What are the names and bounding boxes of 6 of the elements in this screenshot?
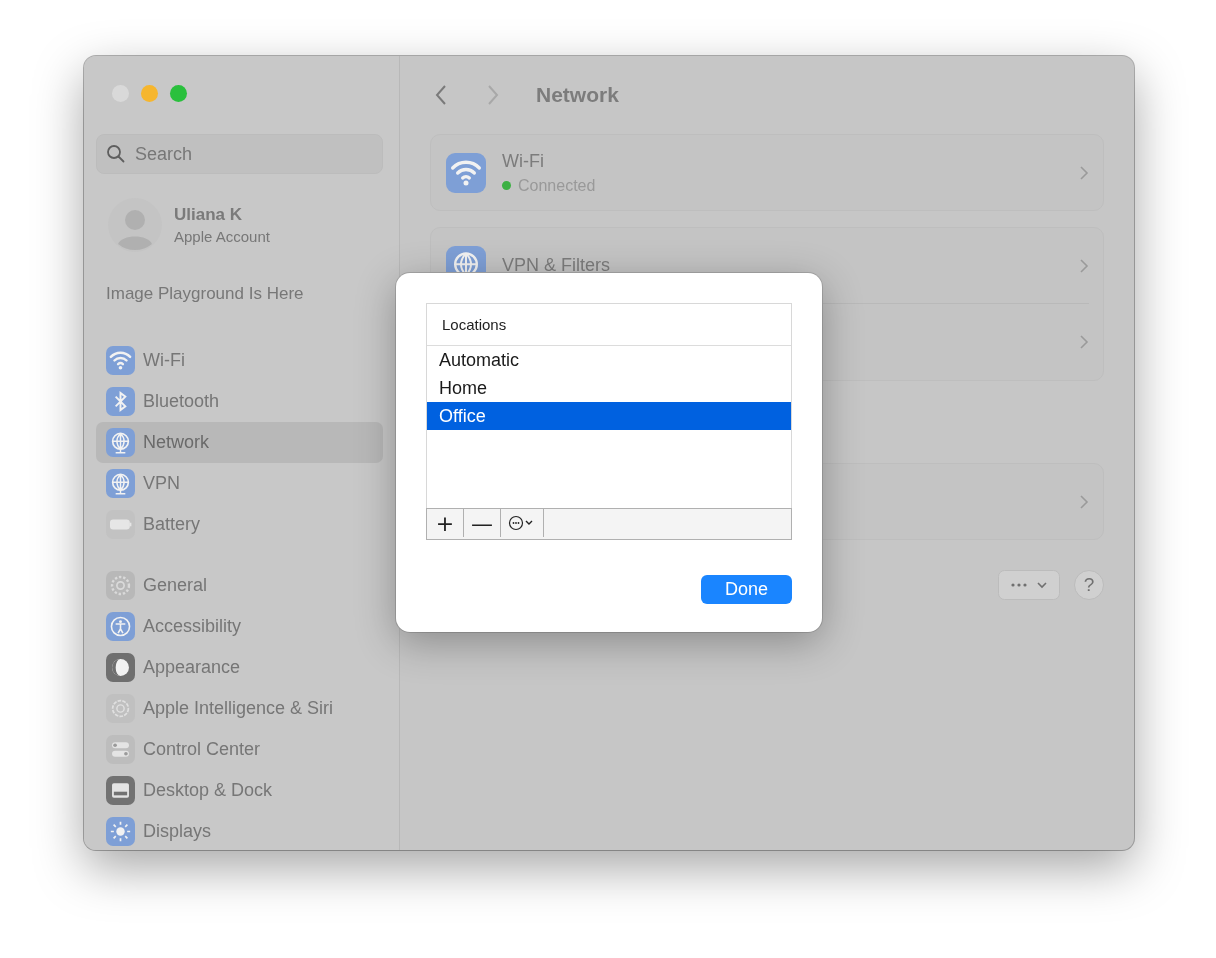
account-name: Uliana K — [174, 205, 244, 225]
page-title: Network — [536, 83, 619, 107]
account-subtitle: Apple Account — [174, 228, 270, 245]
row-title: Wi-Fi — [502, 150, 545, 172]
row-title: VPN & Filters — [502, 255, 612, 276]
column-header: Locations — [427, 304, 791, 346]
